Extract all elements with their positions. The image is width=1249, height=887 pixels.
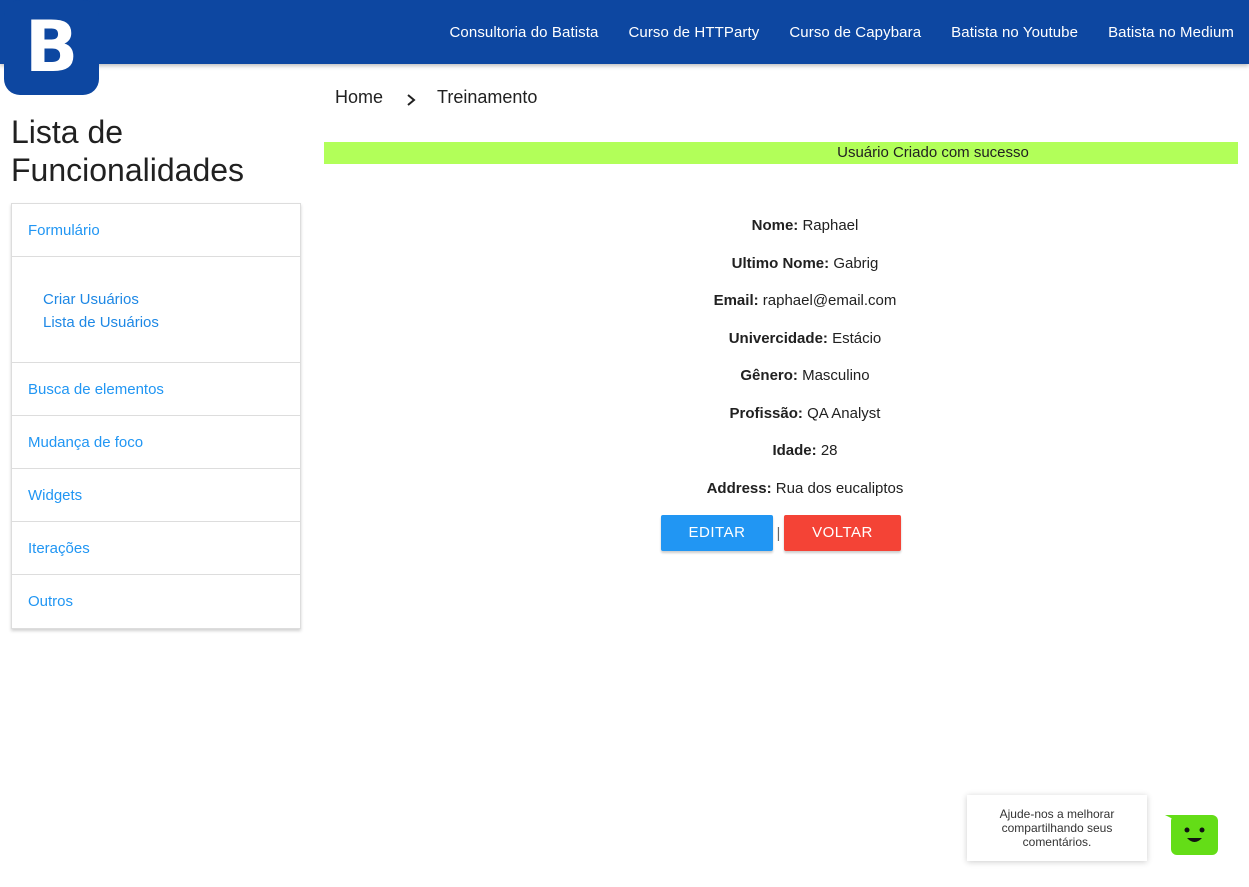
- detail-label: Ultimo Nome:: [731, 254, 830, 272]
- back-button[interactable]: VOLTAR: [784, 515, 901, 551]
- detail-row-profissao: Profissão: QA Analyst: [555, 401, 1055, 439]
- detail-row-email: Email: raphael@email.com: [555, 288, 1055, 326]
- detail-row-genero: Gênero: Masculino: [555, 363, 1055, 401]
- detail-label: Gênero:: [740, 367, 798, 384]
- nav-link-httparty[interactable]: Curso de HTTParty: [613, 24, 774, 41]
- detail-label: Idade:: [772, 442, 817, 459]
- sidebar-item-widgets[interactable]: Widgets: [12, 469, 300, 522]
- detail-row-idade: Idade: 28: [555, 438, 1055, 476]
- nav-link-consultoria[interactable]: Consultoria do Batista: [435, 24, 614, 41]
- nav-link-medium[interactable]: Batista no Medium: [1093, 24, 1249, 41]
- detail-value: Estácio: [832, 329, 882, 347]
- top-navbar: Consultoria do Batista Curso de HTTParty…: [0, 0, 1249, 64]
- detail-label: Email:: [713, 292, 759, 309]
- detail-row-ultimo-nome: Ultimo Nome: Gabrig: [555, 251, 1055, 289]
- detail-value: Raphael: [802, 217, 859, 234]
- sidebar-item-formulario[interactable]: Formulário: [12, 204, 300, 257]
- chevron-right-icon: [407, 94, 416, 106]
- sidebar-menu: Formulário Criar Usuários Lista de Usuár…: [11, 203, 301, 629]
- detail-label: Univercidade:: [728, 329, 828, 347]
- breadcrumb-home[interactable]: Home: [335, 87, 383, 108]
- logo-letter: B: [24, 6, 79, 88]
- user-details: Nome: Raphael Ultimo Nome: Gabrig Email:…: [555, 213, 1055, 513]
- detail-value: Gabrig: [833, 254, 879, 272]
- detail-value: Rua dos eucaliptos: [775, 479, 904, 497]
- feedback-text-line3: comentários.: [1022, 835, 1092, 849]
- detail-value: raphael@email.com: [762, 292, 897, 309]
- feedback-text-line1: Ajude-nos a melhorar: [999, 807, 1115, 821]
- detail-row-address: Address: Rua dos eucaliptos: [555, 476, 1055, 514]
- button-separator: |: [776, 524, 781, 542]
- detail-value: QA Analyst: [807, 404, 881, 422]
- brand-logo[interactable]: B: [4, 0, 99, 95]
- nav-links: Consultoria do Batista Curso de HTTParty…: [435, 0, 1249, 64]
- detail-label: Address:: [706, 479, 772, 497]
- breadcrumb-current[interactable]: Treinamento: [437, 87, 537, 108]
- sidebar-item-label: Iterações: [28, 539, 90, 557]
- breadcrumb: Home Treinamento: [335, 85, 537, 109]
- sidebar-item-label: Formulário: [28, 221, 100, 239]
- sidebar-item-iteracoes[interactable]: Iterações: [12, 522, 300, 575]
- sidebar-item-label: Busca de elementos: [28, 380, 164, 398]
- sidebar-title: Lista de Funcionalidades: [11, 114, 245, 188]
- action-buttons: EDITAR | VOLTAR: [661, 515, 901, 551]
- detail-label: Nome:: [751, 217, 799, 234]
- detail-value: 28: [820, 442, 838, 459]
- sidebar-item-label: Outros: [28, 593, 74, 610]
- sidebar-item-label: Mudança de foco: [28, 433, 144, 451]
- smiley-bot-icon[interactable]: [1165, 815, 1218, 855]
- sublink-criar-usuarios[interactable]: Criar Usuários: [43, 288, 300, 311]
- detail-label: Profissão:: [729, 404, 803, 422]
- feedback-bubble[interactable]: Ajude-nos a melhorar compartilhando seus…: [967, 795, 1147, 861]
- sidebar-item-mudanca-foco[interactable]: Mudança de foco: [12, 416, 300, 469]
- success-banner: Usuário Criado com sucesso: [324, 142, 1238, 164]
- sidebar-item-label: Widgets: [28, 486, 83, 504]
- nav-link-capybara[interactable]: Curso de Capybara: [774, 24, 936, 41]
- sidebar-item-outros[interactable]: Outros: [12, 575, 300, 628]
- feedback-text-line2: compartilhando seus: [1001, 821, 1113, 835]
- sublink-lista-usuarios[interactable]: Lista de Usuários: [43, 311, 300, 334]
- detail-row-nome: Nome: Raphael: [555, 213, 1055, 251]
- detail-value: Masculino: [802, 367, 870, 384]
- detail-row-univercidade: Univercidade: Estácio: [555, 326, 1055, 364]
- sidebar-item-busca[interactable]: Busca de elementos: [12, 363, 300, 416]
- nav-link-youtube[interactable]: Batista no Youtube: [936, 24, 1093, 41]
- edit-button[interactable]: EDITAR: [661, 515, 773, 551]
- sidebar-submenu-formulario: Criar Usuários Lista de Usuários: [12, 257, 300, 363]
